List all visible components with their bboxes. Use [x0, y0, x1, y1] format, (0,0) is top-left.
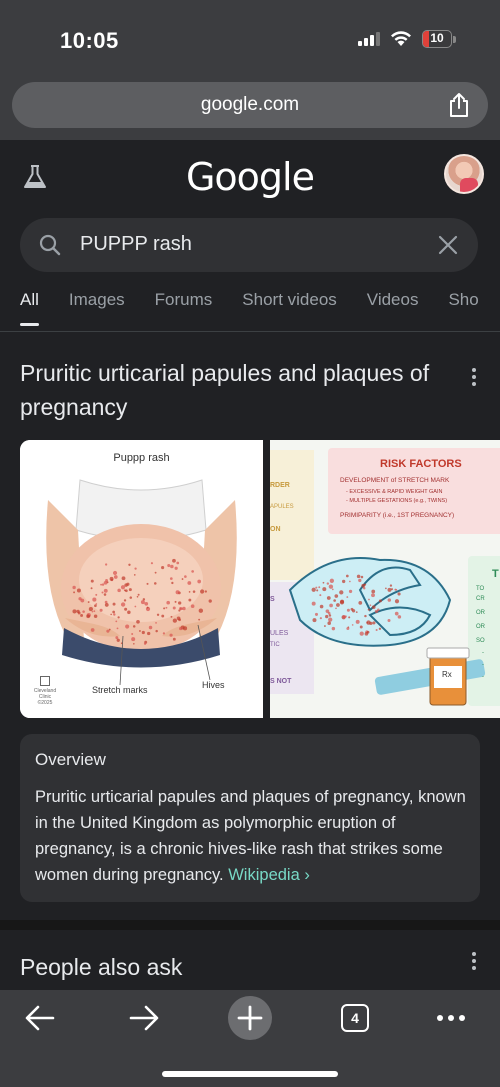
overview-text: Pruritic urticarial papules and plaques …	[35, 784, 473, 888]
signal-icon	[358, 32, 380, 46]
right-fragment: CR	[476, 596, 485, 602]
tab-shopping[interactable]: Sho	[448, 290, 478, 326]
source-logo: Cleveland Clinic ©2025	[28, 676, 62, 706]
source-year: ©2025	[37, 700, 53, 706]
url-text: google.com	[200, 94, 300, 115]
label-hives: Hives	[202, 680, 225, 690]
tab-all[interactable]: All	[20, 290, 39, 326]
right-fragment: OR	[476, 610, 485, 616]
rx-label: Rx	[442, 670, 452, 679]
right-fragment: -	[482, 674, 484, 680]
right-fragment: -	[482, 650, 484, 656]
belly-scratch-illustration	[288, 557, 486, 706]
google-logo[interactable]: Google	[0, 155, 500, 199]
result-title[interactable]: Pruritic urticarial papules and plaques …	[20, 356, 440, 424]
result-image-risk-factors[interactable]: RDER APULES ON S ULES TIC S NOT RISK FAC…	[270, 440, 500, 718]
wifi-icon	[391, 31, 411, 46]
right-fragment: TO	[476, 586, 485, 592]
search-input[interactable]: PUPPP rash	[80, 233, 192, 256]
close-icon[interactable]	[438, 235, 458, 255]
battery-icon: 10	[422, 30, 456, 48]
overview-heading: Overview	[35, 750, 106, 769]
battery-level: 10	[430, 31, 444, 45]
result-image-puppp-rash[interactable]: Puppp rash Stretch marks Hives Cleveland…	[20, 440, 263, 718]
status-bar: 10:05 10	[0, 0, 500, 80]
source-name: Cleveland Clinic	[33, 688, 57, 700]
arrow-left-icon[interactable]	[24, 1004, 56, 1032]
right-fragment: -	[482, 662, 484, 668]
new-tab-button[interactable]	[228, 996, 272, 1040]
arrow-right-icon[interactable]	[128, 1004, 160, 1032]
tab-short-videos[interactable]: Short videos	[242, 290, 337, 326]
avatar[interactable]	[444, 154, 484, 194]
tab-images[interactable]: Images	[69, 290, 125, 326]
more-options-icon[interactable]	[472, 952, 476, 973]
right-fragment: OR	[476, 624, 485, 630]
status-time: 10:05	[60, 28, 119, 53]
search-icon	[39, 234, 61, 256]
tab-forums[interactable]: Forums	[155, 290, 213, 326]
share-icon[interactable]	[448, 92, 470, 118]
address-bar-area: google.com	[0, 80, 500, 140]
label-stretch-marks: Stretch marks	[92, 685, 148, 695]
search-tabs: All Images Forums Short videos Videos Sh…	[20, 290, 500, 326]
plus-icon	[237, 1005, 263, 1031]
image-caption: Puppp rash	[113, 452, 170, 464]
tab-switcher-button[interactable]: 4	[341, 1004, 369, 1032]
wikipedia-link[interactable]: Wikipedia ›	[228, 866, 310, 884]
tabs-divider	[0, 331, 500, 332]
search-box[interactable]: PUPPP rash	[20, 218, 478, 272]
right-fragment: SO	[476, 638, 485, 644]
section-separator	[0, 920, 500, 930]
address-bar[interactable]: google.com	[12, 82, 488, 128]
more-options-icon[interactable]	[472, 368, 476, 389]
overview-card[interactable]: Overview Pruritic urticarial papules and…	[20, 734, 480, 902]
home-indicator	[162, 1071, 338, 1077]
more-dots-icon[interactable]	[436, 1014, 466, 1022]
status-icons: 10	[358, 30, 456, 48]
tab-videos[interactable]: Videos	[367, 290, 419, 326]
image-carousel: Puppp rash Stretch marks Hives Cleveland…	[20, 440, 500, 718]
people-also-ask-heading: People also ask	[20, 954, 183, 980]
